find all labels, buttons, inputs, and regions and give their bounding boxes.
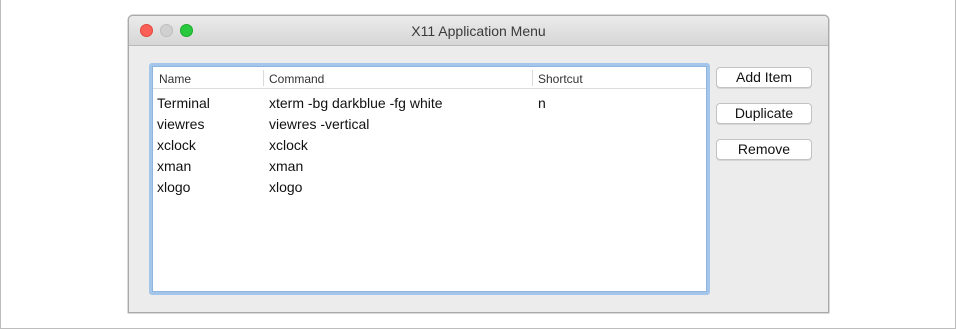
app-window: X11 Application Menu Name Command Shortc…	[128, 15, 829, 313]
row-command[interactable]: xterm -bg darkblue -fg white	[269, 95, 443, 111]
row-name[interactable]: xclock	[157, 137, 196, 153]
table-header: Name Command Shortcut	[153, 67, 706, 89]
table-row[interactable]: xman xman	[153, 156, 706, 178]
remove-button[interactable]: Remove	[716, 139, 812, 160]
row-command[interactable]: xman	[269, 158, 303, 174]
table-row[interactable]: xlogo xlogo	[153, 177, 706, 199]
row-command[interactable]: xlogo	[269, 179, 302, 195]
duplicate-button[interactable]: Duplicate	[716, 103, 812, 124]
column-divider[interactable]	[263, 70, 264, 86]
table-row[interactable]: Terminal xterm -bg darkblue -fg white n	[153, 93, 706, 115]
title-bar[interactable]: X11 Application Menu	[129, 16, 828, 46]
table-row[interactable]: viewres viewres -vertical	[153, 114, 706, 136]
column-divider[interactable]	[532, 70, 533, 86]
table-row[interactable]: xclock xclock	[153, 135, 706, 157]
row-command[interactable]: xclock	[269, 137, 308, 153]
column-header-shortcut[interactable]: Shortcut	[538, 72, 583, 86]
row-name[interactable]: viewres	[157, 116, 204, 132]
column-header-name[interactable]: Name	[159, 72, 191, 86]
row-shortcut[interactable]: n	[538, 95, 546, 111]
add-item-button[interactable]: Add Item	[716, 67, 812, 88]
row-name[interactable]: xman	[157, 158, 191, 174]
column-header-command[interactable]: Command	[269, 72, 324, 86]
window-title: X11 Application Menu	[411, 23, 546, 39]
row-name[interactable]: Terminal	[157, 95, 210, 111]
table-body: Name Command Shortcut Terminal xterm -bg…	[152, 66, 707, 292]
row-name[interactable]: xlogo	[157, 179, 190, 195]
row-command[interactable]: viewres -vertical	[269, 116, 369, 132]
menu-items-table[interactable]: Name Command Shortcut Terminal xterm -bg…	[149, 63, 710, 295]
